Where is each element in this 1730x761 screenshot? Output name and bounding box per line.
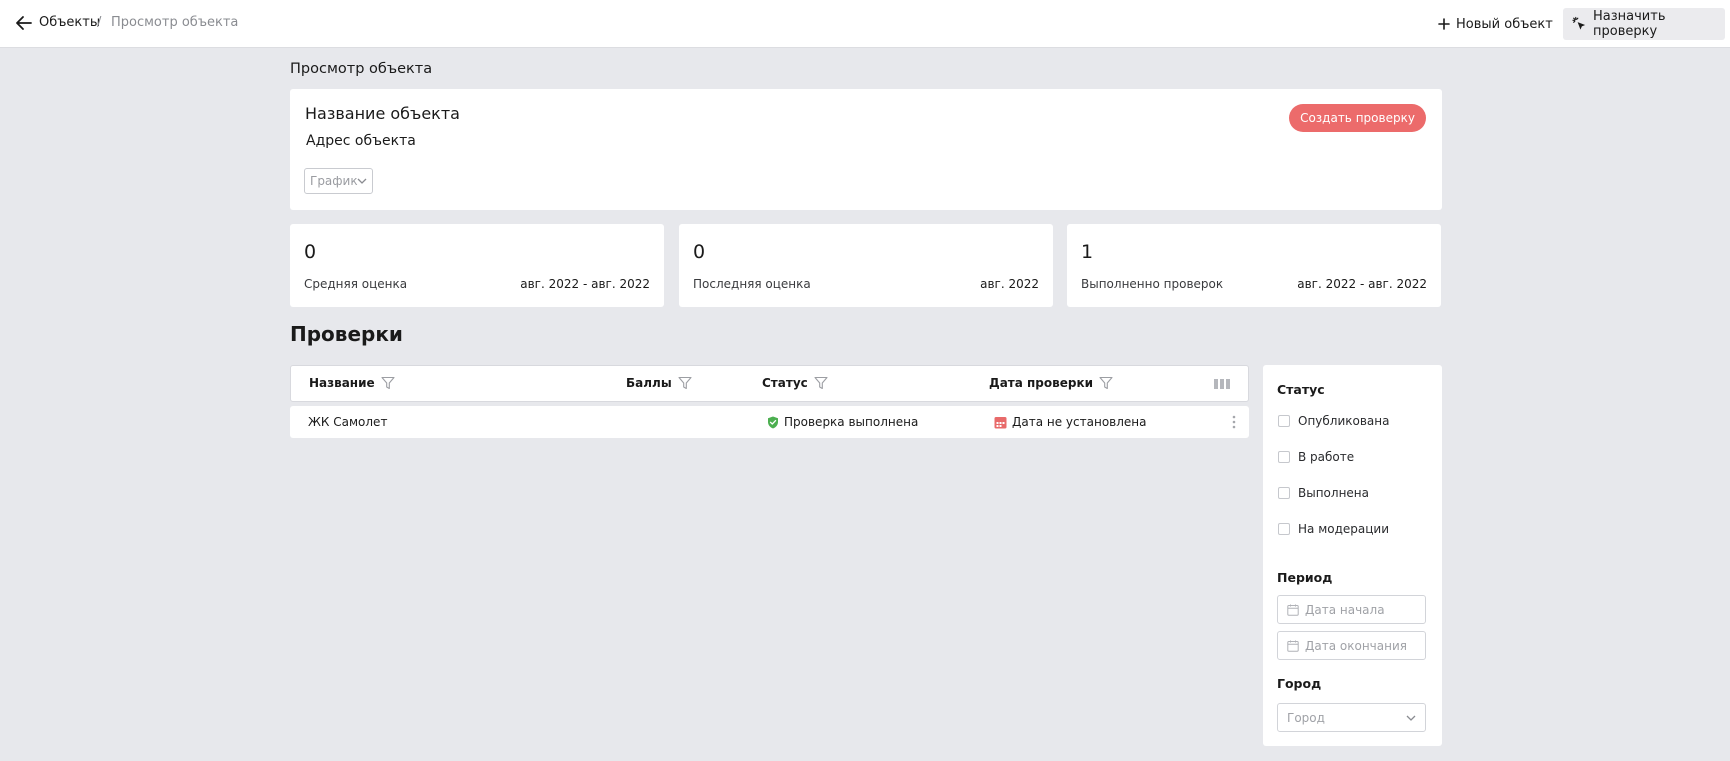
stat-period: авг. 2022 - авг. 2022 (520, 277, 650, 291)
checkbox-label: Выполнена (1298, 486, 1369, 500)
checkbox[interactable] (1278, 523, 1290, 535)
checkbox-label: На модерации (1298, 522, 1390, 536)
view-mode-value: График (310, 174, 358, 188)
stat-value: 0 (304, 241, 317, 263)
checkbox[interactable] (1278, 487, 1290, 499)
period-filter-title: Период (1277, 570, 1333, 585)
cursor-click-icon (1572, 16, 1586, 30)
city-placeholder: Город (1287, 711, 1325, 725)
row-date-text: Дата не установлена (1012, 415, 1147, 429)
breadcrumb-objects-link[interactable]: Объекты (39, 15, 100, 30)
checkbox[interactable] (1278, 415, 1290, 427)
create-check-button[interactable]: Создать проверку (1289, 104, 1426, 132)
calendar-icon (1287, 640, 1299, 652)
column-header-name: Название (309, 376, 395, 390)
chevron-down-icon (357, 178, 367, 184)
breadcrumb-separator: / (97, 15, 102, 30)
column-header-status: Статус (762, 376, 828, 390)
breadcrumb-current: Просмотр объекта (111, 15, 239, 30)
page-title: Просмотр объекта (290, 61, 433, 77)
more-vertical-icon[interactable] (1231, 414, 1237, 430)
stat-label: Последняя оценка (693, 277, 811, 291)
back-arrow-icon[interactable] (14, 13, 34, 33)
status-checkbox-done[interactable]: Выполнена (1278, 486, 1369, 500)
checkbox[interactable] (1278, 451, 1290, 463)
stat-value: 0 (693, 241, 706, 263)
status-checkbox-published[interactable]: Опубликована (1278, 414, 1389, 428)
stat-label: Средняя оценка (304, 277, 408, 291)
filter-icon[interactable] (678, 376, 692, 390)
city-filter-title: Город (1277, 676, 1322, 691)
stat-value: 1 (1081, 241, 1094, 263)
status-checkbox-in-progress[interactable]: В работе (1278, 450, 1354, 464)
stat-card-completed: 1 Выполненно проверок авг. 2022 - авг. 2… (1067, 224, 1441, 307)
shield-check-icon (768, 416, 778, 428)
calendar-icon (1287, 604, 1299, 616)
row-status: Проверка выполнена (767, 415, 918, 429)
stat-period: авг. 2022 - авг. 2022 (1297, 277, 1427, 291)
filters-panel: Статус Опубликована В работе Выполнена Н… (1263, 365, 1442, 746)
column-header-label: Статус (762, 376, 808, 390)
start-date-input[interactable]: Дата начала (1277, 595, 1426, 624)
calendar-warning-icon (994, 416, 1007, 428)
stat-label: Выполненно проверок (1081, 277, 1224, 291)
stat-period: авг. 2022 (980, 277, 1039, 291)
filter-icon[interactable] (814, 376, 828, 390)
assign-check-label: Назначить проверку (1593, 9, 1666, 39)
top-bar: Объекты / Просмотр объекта Новый объект … (0, 0, 1730, 48)
end-date-input[interactable]: Дата окончания (1277, 631, 1426, 660)
checks-section-title: Проверки (290, 322, 403, 346)
column-header-score: Баллы (626, 376, 692, 390)
columns-settings-icon[interactable] (1213, 376, 1231, 392)
table-row[interactable]: ЖК Самолет Проверка выполнена Дата не ус… (290, 406, 1249, 438)
object-name: Название объекта (305, 104, 460, 123)
new-object-label: Новый объект (1456, 16, 1553, 32)
object-address: Адрес объекта (306, 133, 416, 149)
column-header-label: Название (309, 376, 375, 390)
stat-card-average: 0 Средняя оценка авг. 2022 - авг. 2022 (290, 224, 664, 307)
end-date-placeholder: Дата окончания (1305, 638, 1407, 653)
chevron-down-icon (1406, 715, 1416, 721)
filter-icon[interactable] (1099, 376, 1113, 390)
status-filter-title: Статус (1277, 382, 1325, 397)
new-object-button[interactable]: Новый объект (1438, 13, 1553, 35)
row-name: ЖК Самолет (308, 415, 388, 429)
checks-table-header: Название Баллы Статус Дата проверки (290, 365, 1249, 402)
plus-icon (1438, 18, 1450, 30)
checkbox-label: В работе (1298, 450, 1355, 464)
view-mode-select[interactable]: График (304, 168, 373, 194)
checkbox-label: Опубликована (1298, 414, 1390, 428)
start-date-placeholder: Дата начала (1305, 602, 1385, 617)
status-checkbox-moderation[interactable]: На модерации (1278, 522, 1389, 536)
object-card: Название объекта Адрес объекта График Со… (290, 89, 1442, 210)
stat-card-last: 0 Последняя оценка авг. 2022 (679, 224, 1053, 307)
filter-icon[interactable] (381, 376, 395, 390)
column-header-label: Баллы (626, 376, 672, 390)
row-status-text: Проверка выполнена (784, 415, 919, 429)
city-select[interactable]: Город (1277, 703, 1426, 732)
assign-check-button[interactable]: Назначить проверку (1563, 8, 1725, 40)
column-header-date: Дата проверки (989, 376, 1113, 390)
column-header-label: Дата проверки (989, 376, 1094, 390)
row-date: Дата не установлена (994, 415, 1146, 429)
